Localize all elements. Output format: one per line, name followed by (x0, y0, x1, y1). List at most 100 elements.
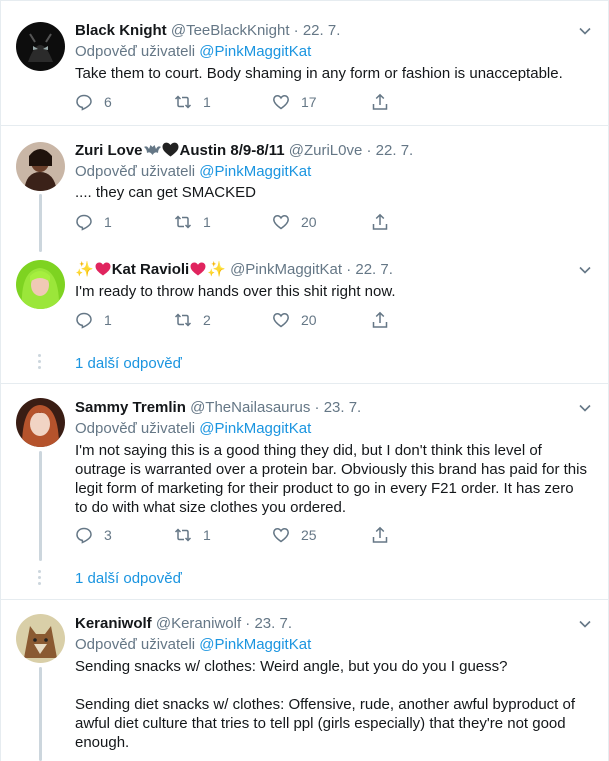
separator-dot: · (245, 615, 251, 632)
reply-icon (76, 312, 92, 329)
timestamp[interactable]: 22. 7. (355, 261, 393, 278)
share-button[interactable] (371, 212, 389, 232)
tweet-header: Keraniwolf @Keraniwolf · 23. 7. (75, 614, 292, 634)
chevron-down-icon[interactable] (577, 400, 593, 416)
reply-button[interactable]: 6 (75, 92, 112, 112)
avatar[interactable] (16, 260, 65, 309)
tweet-actions: 6 1 17 (75, 92, 395, 112)
reply-icon (76, 214, 92, 231)
handle[interactable]: @PinkMaggitKat (230, 261, 342, 278)
tweet-text: Sending snacks w/ clothes: Weird angle, … (75, 658, 576, 751)
reply-prefix: Odpověď uživateli (75, 43, 196, 60)
black-heart-icon (162, 142, 179, 157)
share-button[interactable] (371, 310, 389, 330)
retweet-count: 1 (203, 214, 211, 230)
retweet-icon (174, 95, 192, 109)
reply-button[interactable]: 1 (75, 212, 112, 232)
handle[interactable]: @TeeBlackKnight (171, 22, 290, 39)
retweet-count: 2 (203, 312, 211, 328)
timestamp[interactable]: 23. 7. (324, 399, 362, 416)
share-icon (372, 311, 388, 328)
share-button[interactable] (371, 92, 389, 112)
sparkling-heart-icon (95, 262, 111, 276)
separator-dot: · (314, 399, 320, 416)
retweet-count: 1 (203, 94, 211, 110)
share-icon (372, 213, 388, 230)
show-more-replies-link[interactable]: 1 další odpověď (75, 569, 182, 589)
chevron-down-icon[interactable] (577, 616, 593, 632)
reply-count: 6 (104, 94, 112, 110)
tweet-text: I'm ready to throw hands over this shit … (75, 283, 396, 300)
tweet-actions: 1 1 20 (75, 212, 395, 232)
tweet-zuri-love[interactable]: Zuri Love Austin 8/9-8/11 @ZuriL0ve · 22.… (0, 126, 609, 256)
sparkles-icon: ✨ (207, 261, 226, 278)
display-name-part: Austin 8/9-8/11 (179, 142, 285, 159)
retweet-icon (174, 528, 192, 542)
tweet-sammy-tremlin[interactable]: Sammy Tremlin @TheNailasaurus · 23. 7. O… (0, 384, 609, 564)
thread-line (39, 451, 42, 561)
timestamp[interactable]: 22. 7. (376, 142, 414, 159)
tweet-header: Black Knight @TeeBlackKnight · 22. 7. (75, 21, 340, 41)
chevron-down-icon[interactable] (577, 262, 593, 278)
heart-icon (273, 313, 289, 328)
display-name[interactable]: Keraniwolf (75, 615, 152, 632)
reply-icon (76, 94, 92, 111)
display-name[interactable]: Sammy Tremlin (75, 399, 186, 416)
avatar[interactable] (16, 614, 65, 663)
separator-dot: · (346, 261, 352, 278)
like-count: 25 (301, 527, 317, 543)
handle[interactable]: @TheNailasaurus (190, 399, 310, 416)
like-count: 20 (301, 214, 317, 230)
like-button[interactable]: 17 (272, 92, 317, 112)
display-name[interactable]: Black Knight (75, 22, 167, 39)
thread-dots (38, 354, 42, 372)
heart-icon (273, 215, 289, 230)
reply-button[interactable]: 3 (75, 525, 112, 545)
tweet-text: Take them to court. Body shaming in any … (75, 65, 563, 82)
separator-dot: · (366, 142, 372, 159)
reply-count: 1 (104, 214, 112, 230)
handle[interactable]: @Keraniwolf (156, 615, 241, 632)
tweet-header: ✨ Kat Ravioli ✨ @PinkMaggitKat · 22. 7. (75, 260, 393, 280)
chevron-down-icon[interactable] (577, 23, 593, 39)
like-button[interactable]: 20 (272, 212, 317, 232)
show-more-replies-link[interactable]: 1 další odpověď (75, 354, 182, 374)
retweet-button[interactable]: 1 (174, 92, 211, 112)
tweet-black-knight[interactable]: Black Knight @TeeBlackKnight · 22. 7. Od… (0, 0, 609, 125)
retweet-button[interactable]: 1 (174, 212, 211, 232)
like-count: 20 (301, 312, 317, 328)
timestamp[interactable]: 23. 7. (254, 615, 292, 632)
reply-context: Odpověď uživateli @PinkMaggitKat (75, 42, 311, 62)
tweet-keraniwolf[interactable]: Keraniwolf @Keraniwolf · 23. 7. Odpověď … (0, 600, 609, 761)
share-button[interactable] (371, 525, 389, 545)
reply-button[interactable]: 1 (75, 310, 112, 330)
thread-line (39, 194, 42, 252)
handle[interactable]: @ZuriL0ve (289, 142, 363, 159)
retweet-button[interactable]: 2 (174, 310, 211, 330)
reply-mention[interactable]: @PinkMaggitKat (199, 43, 311, 60)
like-button[interactable]: 20 (272, 310, 317, 330)
avatar[interactable] (16, 142, 65, 191)
thread-dots (38, 570, 42, 588)
display-name-part: Zuri Love (75, 142, 143, 159)
reply-context: Odpověď uživateli @PinkMaggitKat (75, 635, 311, 655)
share-icon (372, 526, 388, 543)
display-name[interactable]: Zuri Love Austin 8/9-8/11 (75, 142, 285, 159)
separator-dot: · (293, 22, 299, 39)
reply-prefix: Odpověď uživateli (75, 420, 196, 437)
tweet-kat-ravioli[interactable]: ✨ Kat Ravioli ✨ @PinkMaggitKat · 22. 7. I'… (0, 256, 609, 344)
display-name-part: Kat Ravioli (111, 261, 190, 278)
retweet-count: 1 (203, 527, 211, 543)
reply-mention[interactable]: @PinkMaggitKat (199, 636, 311, 653)
reply-mention[interactable]: @PinkMaggitKat (199, 420, 311, 437)
display-name[interactable]: ✨ Kat Ravioli ✨ (75, 261, 226, 278)
reply-mention[interactable]: @PinkMaggitKat (199, 163, 311, 180)
like-count: 17 (301, 94, 317, 110)
timestamp[interactable]: 22. 7. (303, 22, 341, 39)
retweet-button[interactable]: 1 (174, 525, 211, 545)
thread-line (39, 667, 42, 761)
avatar[interactable] (16, 398, 65, 447)
like-button[interactable]: 25 (272, 525, 317, 545)
retweet-icon (174, 313, 192, 327)
avatar[interactable] (16, 22, 65, 71)
